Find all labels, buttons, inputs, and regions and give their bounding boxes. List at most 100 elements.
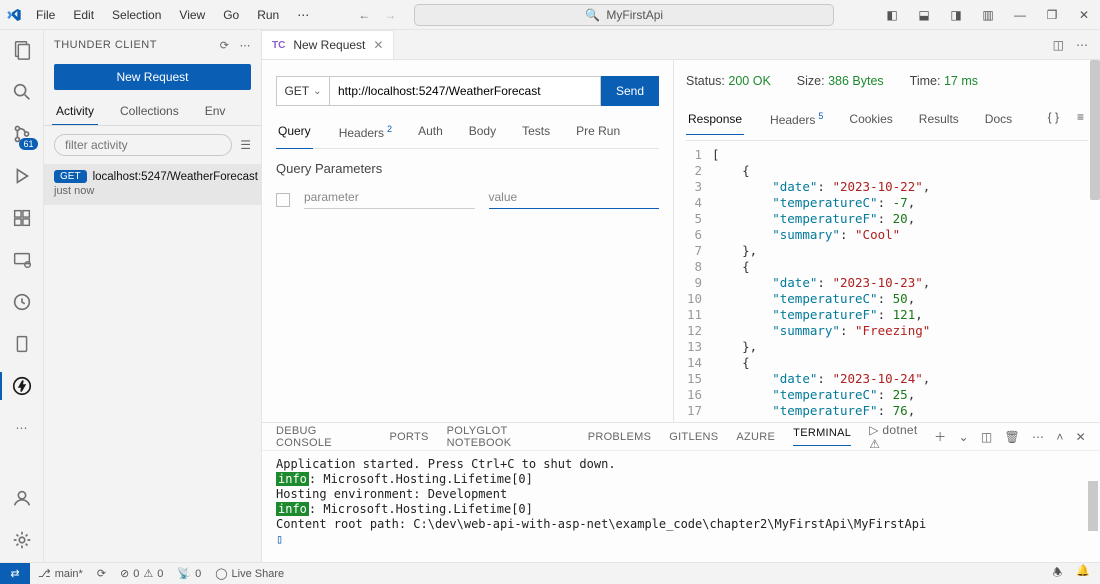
menu-edit[interactable]: Edit (65, 4, 102, 26)
reqtab-auth[interactable]: Auth (416, 120, 445, 148)
window-close-icon[interactable]: ✕ (1074, 8, 1094, 22)
terminal-new-icon[interactable]: ＋ (934, 428, 946, 445)
search-icon: 🔍 (585, 8, 600, 22)
split-editor-icon[interactable]: ◫ (1053, 38, 1064, 52)
scrollbar-thumb[interactable] (1090, 60, 1100, 200)
editor-tab-new-request[interactable]: TC New Request ✕ (262, 30, 394, 59)
reqtab-headers[interactable]: Headers2 (335, 120, 394, 148)
device-icon[interactable] (10, 332, 34, 356)
method-select[interactable]: GET ⌄ (276, 76, 330, 106)
status-sync-icon[interactable]: ⟳ (97, 567, 106, 580)
window-restore-icon[interactable]: ❐ (1042, 8, 1062, 22)
query-params-title: Query Parameters (276, 161, 659, 176)
param-value-input[interactable]: value (489, 190, 660, 209)
response-panel: Status: 200 OK Size: 386 Bytes Time: 17 … (674, 60, 1100, 422)
refresh-icon[interactable]: ⟳ (220, 39, 230, 52)
panel-more-icon[interactable]: ⋯ (240, 39, 252, 52)
resptab-headers[interactable]: Headers5 (766, 107, 825, 135)
source-control-icon[interactable]: 61 (10, 122, 34, 146)
command-center-text: MyFirstApi (606, 8, 663, 22)
terminal-split-down-icon[interactable]: ⌄ (958, 430, 968, 444)
menu-go[interactable]: Go (215, 4, 247, 26)
termtab-gitlens[interactable]: GITLENS (669, 431, 718, 443)
vscode-logo-icon (0, 7, 28, 23)
editor-more-icon[interactable]: ⋯ (1076, 38, 1088, 52)
remote-explorer-icon[interactable] (10, 248, 34, 272)
thunder-client-icon[interactable] (10, 374, 34, 398)
status-bell-icon[interactable]: 🔔 (1076, 564, 1090, 583)
status-problems[interactable]: ⊘ 0 ⚠ 0 (120, 567, 163, 580)
menu-run[interactable]: Run (249, 4, 287, 26)
reqtab-body[interactable]: Body (467, 120, 498, 148)
layout-primary-icon[interactable]: ◧ (882, 8, 902, 22)
terminal-split-icon[interactable]: ◫ (981, 430, 993, 444)
terminal-output[interactable]: Application started. Press Ctrl+C to shu… (262, 451, 1100, 562)
explorer-icon[interactable] (10, 38, 34, 62)
nav-forward-icon[interactable]: → (384, 8, 396, 22)
more-activity-icon[interactable]: ⋯ (10, 416, 34, 440)
termtab-polyglot[interactable]: POLYGLOT NOTEBOOK (447, 425, 570, 449)
response-body[interactable]: 1[2 {3 "date": "2023-10-22",4 "temperatu… (686, 147, 1088, 422)
history-when: just now (54, 185, 251, 197)
termtab-problems[interactable]: PROBLEMS (588, 431, 652, 443)
new-request-button[interactable]: New Request (54, 64, 251, 90)
history-url: localhost:5247/WeatherForecast (93, 171, 258, 183)
menu-overflow-icon[interactable]: ⋯ (289, 4, 318, 26)
tab-collections[interactable]: Collections (116, 98, 183, 125)
time-label: Time: (910, 74, 941, 88)
termtab-terminal[interactable]: TERMINAL (793, 427, 851, 446)
search-activity-icon[interactable] (10, 80, 34, 104)
terminal-trash-icon[interactable]: 🗑 (1004, 430, 1020, 444)
run-debug-icon[interactable] (10, 164, 34, 188)
reqtab-prerun[interactable]: Pre Run (574, 120, 622, 148)
terminal-close-icon[interactable]: ✕ (1076, 430, 1086, 444)
main-menu: File Edit Selection View Go Run ⋯ (28, 4, 318, 26)
status-feedback-icon[interactable]: 🕭 (1052, 564, 1062, 583)
timeline-icon[interactable] (10, 290, 34, 314)
status-liveshare[interactable]: ◯ Live Share (215, 567, 284, 580)
wrap-icon[interactable]: ≡ (1075, 106, 1086, 132)
history-item[interactable]: GET localhost:5247/WeatherForecast just … (44, 164, 261, 205)
termtab-ports[interactable]: PORTS (389, 431, 428, 443)
resptab-cookies[interactable]: Cookies (847, 108, 894, 134)
terminal-scrollbar[interactable] (1088, 481, 1098, 531)
account-icon[interactable] (10, 486, 34, 510)
terminal-more-icon[interactable]: ⋯ (1032, 430, 1044, 444)
remote-indicator-icon[interactable]: ⇄ (0, 563, 30, 584)
reqtab-query[interactable]: Query (276, 120, 313, 148)
request-panel: GET ⌄ Send Query Headers2 Auth Body Test… (262, 60, 674, 422)
menu-file[interactable]: File (28, 4, 63, 26)
status-branch[interactable]: ⎇ main* (38, 567, 83, 580)
layout-customize-icon[interactable]: ▥ (978, 8, 998, 22)
tab-close-icon[interactable]: ✕ (373, 38, 383, 52)
tab-activity[interactable]: Activity (52, 98, 98, 125)
command-center[interactable]: 🔍 MyFirstApi (414, 4, 834, 26)
terminal-shell-label[interactable]: ▷ dotnet ⚠ (869, 423, 922, 451)
resptab-response[interactable]: Response (686, 108, 744, 134)
url-input[interactable] (330, 76, 601, 106)
filter-settings-icon[interactable]: ☰ (240, 138, 251, 152)
tab-title: New Request (293, 38, 365, 52)
filter-activity-input[interactable] (54, 134, 232, 156)
reqtab-tests[interactable]: Tests (520, 120, 552, 148)
nav-back-icon[interactable]: ← (358, 8, 370, 22)
terminal-maximize-icon[interactable]: ˄ (1056, 430, 1063, 444)
extensions-icon[interactable] (10, 206, 34, 230)
termtab-debug[interactable]: DEBUG CONSOLE (276, 425, 371, 449)
menu-selection[interactable]: Selection (104, 4, 169, 26)
braces-icon[interactable]: { } (1046, 106, 1061, 132)
editor-area: TC New Request ✕ ◫ ⋯ GET ⌄ Send (262, 30, 1100, 562)
window-minimize-icon[interactable]: — (1010, 8, 1030, 22)
menu-view[interactable]: View (171, 4, 213, 26)
tab-env[interactable]: Env (201, 98, 230, 125)
layout-panel-icon[interactable]: ⬓ (914, 8, 934, 22)
layout-secondary-icon[interactable]: ◨ (946, 8, 966, 22)
resptab-docs[interactable]: Docs (983, 108, 1014, 134)
param-name-input[interactable]: parameter (304, 190, 475, 209)
settings-gear-icon[interactable] (10, 528, 34, 552)
resptab-results[interactable]: Results (917, 108, 961, 134)
termtab-azure[interactable]: AZURE (736, 431, 775, 443)
param-checkbox[interactable] (276, 193, 290, 207)
status-ports[interactable]: 📡 0 (177, 567, 201, 580)
send-button[interactable]: Send (601, 76, 659, 106)
